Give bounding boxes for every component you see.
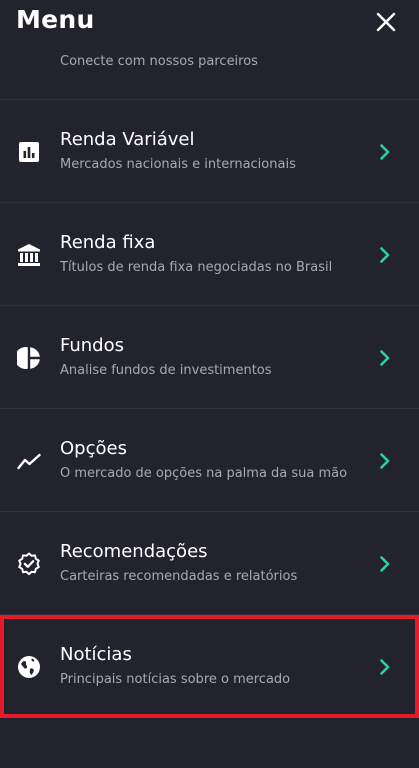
menu-item-noticias[interactable]: Notícias Principais notícias sobre o mer…: [0, 615, 419, 718]
menu-item-label: Recomendações: [60, 541, 208, 562]
close-icon: [375, 11, 397, 33]
header: Menu: [0, 0, 419, 52]
menu-item-subtitle: O mercado de opções na palma da sua mão: [60, 466, 348, 481]
partners-item-subtitle: Conecte com nossos parceiros: [60, 54, 258, 69]
menu-item-subtitle: Carteiras recomendadas e relatórios: [60, 569, 298, 584]
menu-item-renda-fixa[interactable]: Renda fixa Títulos de renda fixa negocia…: [0, 203, 419, 306]
chevron-right-icon: [379, 555, 391, 573]
menu-item-label: Opções: [60, 438, 127, 459]
bank-icon: [17, 243, 41, 267]
close-button[interactable]: [375, 11, 397, 33]
verified-badge-icon: [17, 552, 41, 576]
menu-item-subtitle: Analise fundos de investimentos: [60, 363, 272, 378]
menu-item-label: Notícias: [60, 644, 132, 665]
menu-item-recomendacoes[interactable]: Recomendações Carteiras recomendadas e r…: [0, 512, 419, 615]
menu-item-label: Fundos: [60, 335, 125, 356]
menu-item-subtitle: Principais notícias sobre o mercado: [60, 672, 291, 687]
menu-item-fundos[interactable]: Fundos Analise fundos de investimentos: [0, 306, 419, 409]
bar-chart-icon: [17, 140, 41, 164]
trend-line-icon: [17, 449, 41, 473]
pie-chart-icon: [17, 346, 41, 370]
menu-item-opcoes[interactable]: Opções O mercado de opções na palma da s…: [0, 409, 419, 512]
menu-list: Renda Variável Mercados nacionais e inte…: [0, 100, 419, 718]
chevron-right-icon: [379, 658, 391, 676]
chevron-right-icon: [379, 349, 391, 367]
menu-item-subtitle: Títulos de renda fixa negociadas no Bras…: [60, 260, 333, 275]
globe-icon: [17, 655, 41, 679]
menu-item-label: Renda Variável: [60, 129, 195, 150]
menu-item-renda-variavel[interactable]: Renda Variável Mercados nacionais e inte…: [0, 100, 419, 203]
menu-item-label: Renda fixa: [60, 232, 156, 253]
chevron-right-icon: [379, 143, 391, 161]
page-title: Menu: [16, 5, 95, 34]
chevron-right-icon: [379, 452, 391, 470]
chevron-right-icon: [379, 246, 391, 264]
menu-item-subtitle: Mercados nacionais e internacionais: [60, 157, 296, 172]
